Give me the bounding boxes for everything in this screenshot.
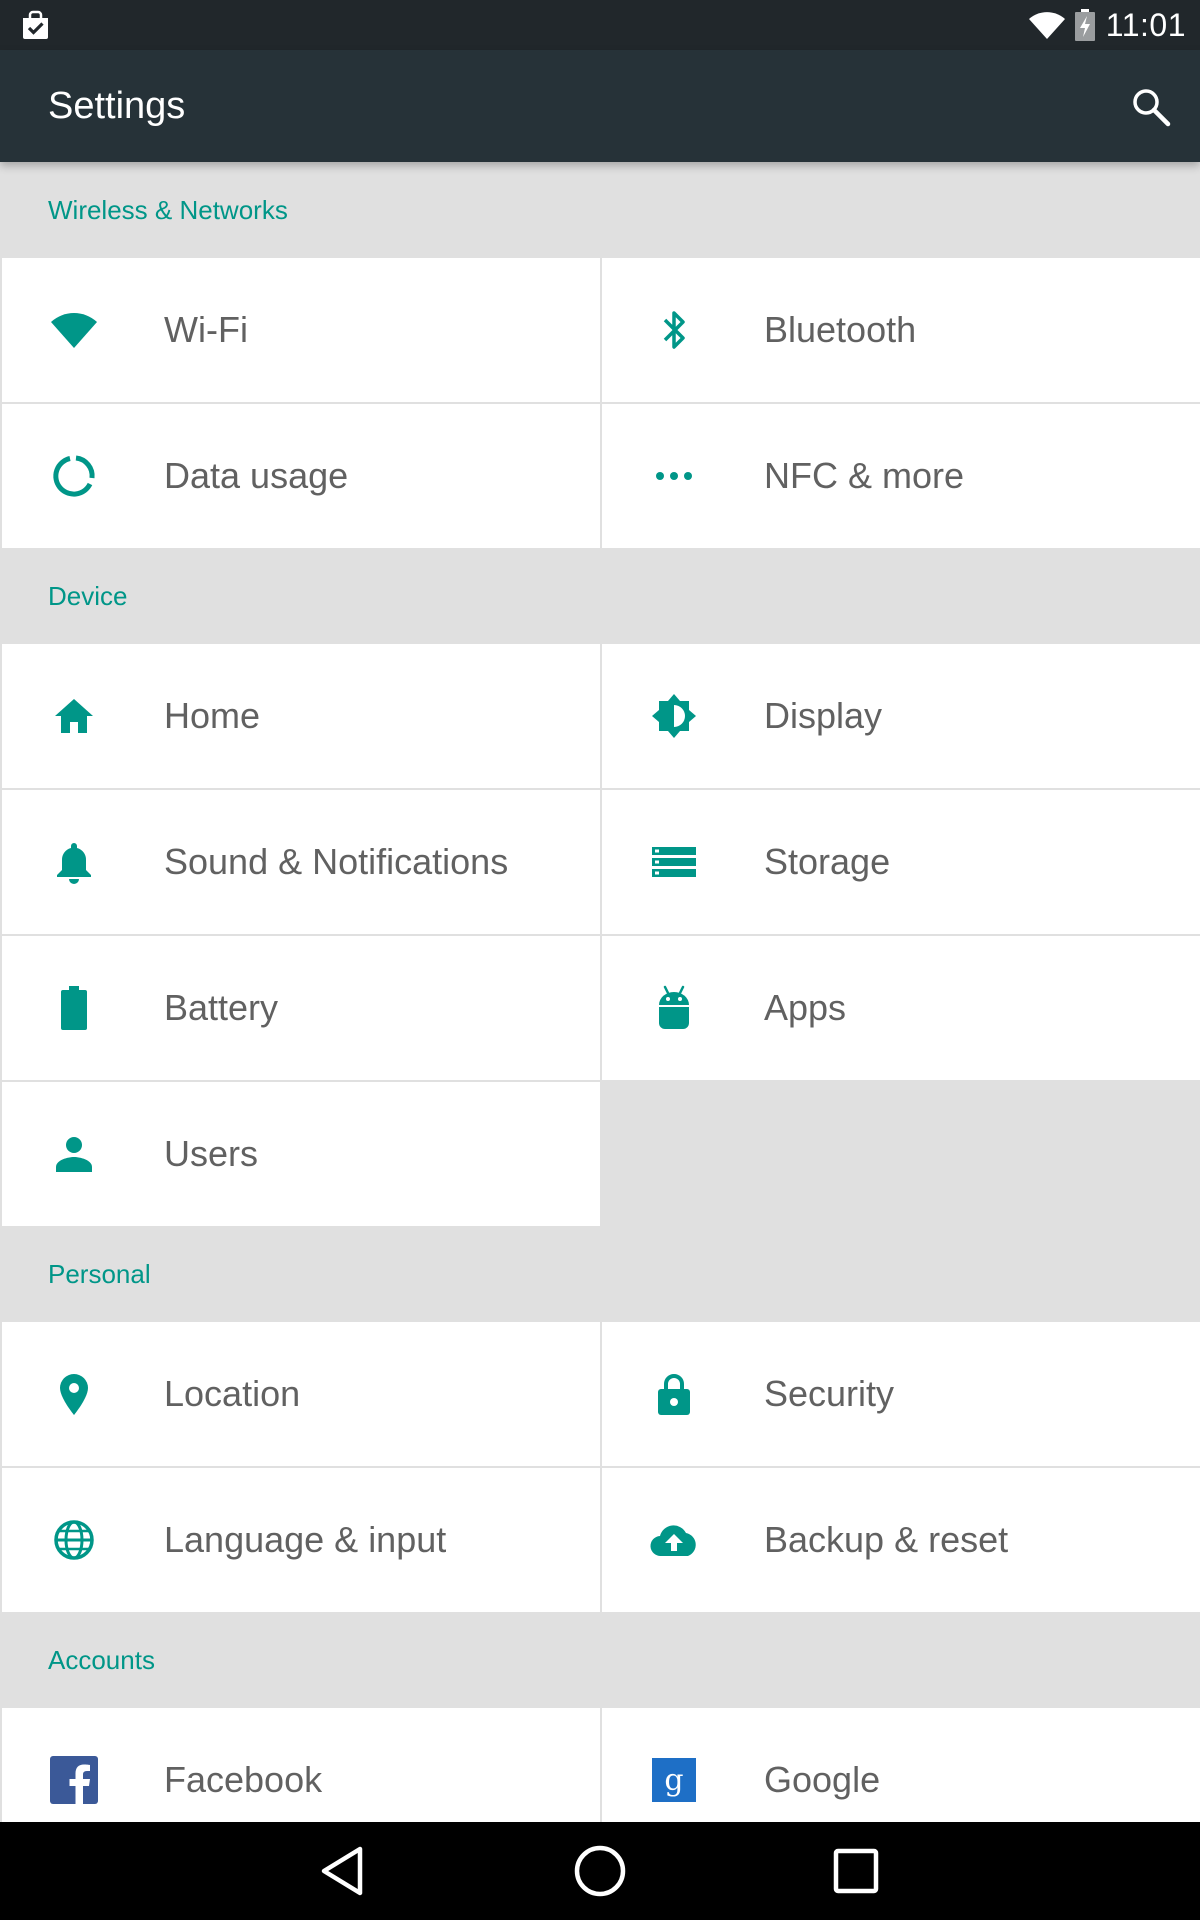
settings-item-storage[interactable]: Storage xyxy=(602,790,1200,934)
settings-item-label: Apps xyxy=(764,987,847,1028)
settings-item-data-usage[interactable]: Data usage xyxy=(2,404,600,548)
settings-item-wifi[interactable]: Wi-Fi xyxy=(2,258,600,402)
home-icon xyxy=(55,699,93,733)
svg-text:g: g xyxy=(664,1763,683,1798)
globe-icon xyxy=(54,1520,94,1560)
section-grid-wireless: Wi-Fi Bluetooth Data usage NFC & more xyxy=(0,258,1200,548)
recents-button[interactable] xyxy=(821,1836,891,1906)
bell-icon xyxy=(57,843,91,884)
settings-item-label: Storage xyxy=(764,841,891,882)
wifi-icon xyxy=(51,313,97,348)
cloud-upload-icon xyxy=(650,1525,696,1557)
page-title: Settings xyxy=(48,85,186,127)
google-icon: g xyxy=(652,1758,696,1802)
settings-list[interactable]: Wireless & Networks Wi-Fi Bluetooth Data… xyxy=(0,162,1200,1822)
home-circle-icon xyxy=(574,1845,626,1897)
search-button[interactable] xyxy=(1122,78,1180,136)
settings-item-label: NFC & more xyxy=(764,455,965,496)
settings-item-label: Security xyxy=(764,1373,895,1414)
settings-item-security[interactable]: Security xyxy=(602,1322,1200,1466)
settings-item-label: Wi-Fi xyxy=(164,309,248,350)
section-header-personal: Personal xyxy=(48,1258,151,1289)
location-pin-icon xyxy=(60,1374,88,1415)
settings-item-apps[interactable]: Apps xyxy=(602,936,1200,1080)
more-horiz-icon xyxy=(656,472,692,480)
settings-item-battery[interactable]: Battery xyxy=(2,936,600,1080)
storage-icon xyxy=(652,847,696,877)
data-usage-icon xyxy=(53,455,95,497)
settings-item-users[interactable]: Users xyxy=(2,1082,600,1226)
bluetooth-icon xyxy=(663,311,685,349)
settings-item-label: Sound & Notifications xyxy=(164,841,509,882)
settings-item-facebook[interactable]: Facebook xyxy=(2,1708,600,1822)
settings-item-location[interactable]: Location xyxy=(2,1322,600,1466)
recents-icon xyxy=(833,1848,879,1894)
task-notification-icon xyxy=(23,10,48,39)
settings-item-home[interactable]: Home xyxy=(2,644,600,788)
settings-item-google[interactable]: g Google xyxy=(602,1708,1200,1822)
wifi-signal-icon xyxy=(1028,12,1065,39)
settings-item-label: Home xyxy=(164,695,261,736)
battery-icon xyxy=(61,986,87,1030)
navigation-bar xyxy=(0,1822,1200,1920)
settings-item-label: Language & input xyxy=(164,1519,447,1560)
settings-item-label: Backup & reset xyxy=(764,1519,1009,1560)
section-grid-device: Home Display Sound & Notifications Stora… xyxy=(0,644,1200,1226)
status-bar: 11:01 xyxy=(0,0,1200,50)
settings-item-label: Battery xyxy=(164,987,279,1028)
person-icon xyxy=(56,1137,92,1172)
battery-charging-icon xyxy=(1074,9,1095,41)
settings-item-sound-notifications[interactable]: Sound & Notifications xyxy=(2,790,600,934)
status-clock: 11:01 xyxy=(1105,6,1186,43)
settings-item-label: Display xyxy=(764,695,883,736)
settings-item-label: Bluetooth xyxy=(764,309,917,350)
home-nav-button[interactable] xyxy=(565,1836,635,1906)
settings-item-label: Location xyxy=(164,1373,301,1414)
settings-item-bluetooth[interactable]: Bluetooth xyxy=(602,258,1200,402)
section-header-accounts: Accounts xyxy=(48,1644,155,1675)
back-icon xyxy=(321,1846,363,1896)
lock-icon xyxy=(658,1374,690,1415)
section-header-device: Device xyxy=(48,580,128,611)
settings-item-label: Facebook xyxy=(164,1759,323,1800)
brightness-icon xyxy=(652,694,696,738)
facebook-icon xyxy=(50,1756,98,1804)
settings-item-label: Google xyxy=(764,1759,881,1800)
section-grid-accounts: Facebook g Google xyxy=(0,1708,1200,1822)
settings-item-nfc-more[interactable]: NFC & more xyxy=(602,404,1200,548)
settings-item-language-input[interactable]: Language & input xyxy=(2,1468,600,1612)
section-grid-personal: Location Security Language & input Backu… xyxy=(0,1322,1200,1612)
search-icon xyxy=(1133,89,1171,127)
settings-item-label: Users xyxy=(164,1133,259,1174)
section-header-wireless: Wireless & Networks xyxy=(48,194,288,225)
android-icon xyxy=(659,985,689,1029)
settings-item-display[interactable]: Display xyxy=(602,644,1200,788)
back-button[interactable] xyxy=(307,1836,377,1906)
app-bar: Settings xyxy=(0,50,1200,162)
settings-item-backup-reset[interactable]: Backup & reset xyxy=(602,1468,1200,1612)
settings-item-label: Data usage xyxy=(164,455,349,496)
